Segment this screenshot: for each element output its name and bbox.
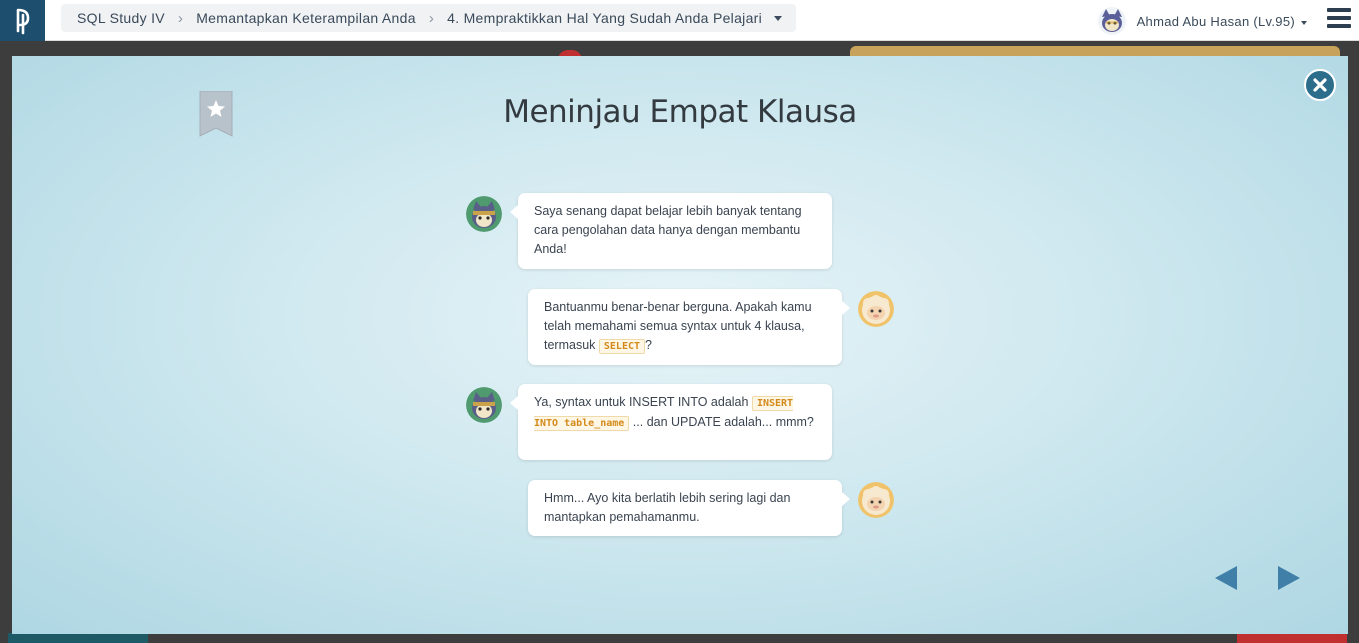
chat-message-text: Bantuanmu benar-benar berguna. Apakah ka… bbox=[544, 300, 812, 352]
avatar bbox=[1097, 7, 1126, 35]
arrow-right-icon[interactable] bbox=[1278, 566, 1300, 590]
breadcrumb: SQL Study IV › Memantapkan Keterampilan … bbox=[61, 4, 797, 32]
user-name: Ahmad Abu Hasan (Lv.95) bbox=[1136, 13, 1295, 29]
chat-message-text: ? bbox=[645, 338, 652, 352]
chat-message-text: Saya senang dapat belajar lebih banyak t… bbox=[534, 204, 802, 256]
user-menu[interactable]: Ahmad Abu Hasan (Lv.95) bbox=[1097, 6, 1307, 36]
chevron-right-icon: › bbox=[177, 9, 184, 27]
breadcrumb-lesson[interactable]: 4. Mempraktikkan Hal Yang Sudah Anda Pel… bbox=[447, 10, 762, 26]
chevron-right-icon: › bbox=[428, 9, 435, 27]
top-navigation-bar: SQL Study IV › Memantapkan Keterampilan … bbox=[0, 0, 1359, 41]
chat-message-text: Ya, syntax untuk INSERT INTO adalah bbox=[534, 395, 749, 409]
hamburger-menu-icon[interactable] bbox=[1327, 8, 1351, 28]
sheep-avatar bbox=[858, 482, 894, 518]
background-footer-left bbox=[8, 633, 148, 643]
slide-modal: Meninjau Empat Klausa Saya senang dapat … bbox=[12, 56, 1348, 634]
code-snippet: SELECT bbox=[598, 339, 646, 354]
ninja-cat-avatar bbox=[466, 196, 502, 232]
breadcrumb-chapter[interactable]: Memantapkan Keterampilan Anda bbox=[196, 10, 416, 26]
chat-message: Ya, syntax untuk INSERT INTO adalah INSE… bbox=[510, 384, 832, 460]
progate-logo-icon[interactable] bbox=[0, 0, 45, 41]
chevron-down-icon[interactable] bbox=[774, 15, 783, 21]
chevron-down-icon bbox=[1301, 20, 1307, 25]
breadcrumb-course[interactable]: SQL Study IV bbox=[77, 10, 165, 26]
chat-message: Bantuanmu benar-benar berguna. Apakah ka… bbox=[528, 289, 850, 365]
page-title: Meninjau Empat Klausa bbox=[503, 94, 857, 130]
chat-message: Hmm... Ayo kita berlatih lebih sering la… bbox=[528, 480, 850, 536]
chat-message: Saya senang dapat belajar lebih banyak t… bbox=[510, 193, 832, 269]
chat-message-text: Hmm... Ayo kita berlatih lebih sering la… bbox=[544, 491, 791, 524]
ninja-cat-avatar bbox=[466, 387, 502, 423]
background-footer-right bbox=[1237, 633, 1347, 643]
chat-message-text: ... dan UPDATE adalah... mmm? bbox=[632, 415, 814, 429]
arrow-left-icon[interactable] bbox=[1215, 566, 1237, 590]
sheep-avatar bbox=[858, 291, 894, 327]
